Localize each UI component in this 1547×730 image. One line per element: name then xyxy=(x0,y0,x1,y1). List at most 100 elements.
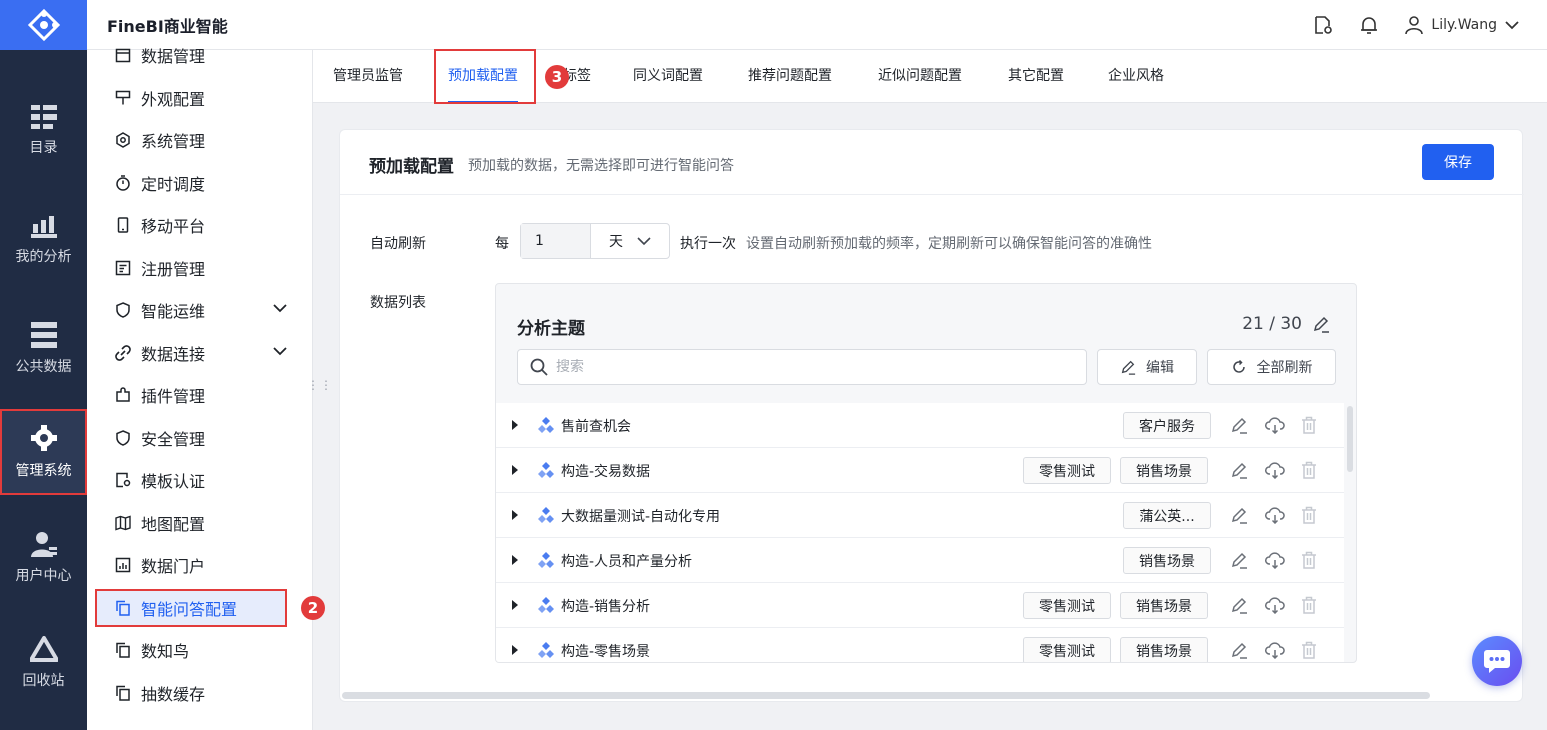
tab-enterprise-style[interactable]: 企业风格 xyxy=(1108,50,1164,103)
sidebar-item-system[interactable]: 系统管理 xyxy=(95,121,287,159)
cloud-refresh-icon[interactable] xyxy=(1265,641,1285,659)
logo[interactable] xyxy=(0,0,87,50)
subject-tag: 销售场景 xyxy=(1120,592,1208,619)
export-file-icon[interactable] xyxy=(1313,15,1333,35)
search-box[interactable] xyxy=(517,349,1087,385)
edit-icon[interactable] xyxy=(1230,596,1248,614)
sidebar-item-portal[interactable]: 数据门户 xyxy=(95,546,287,584)
expand-caret-icon[interactable] xyxy=(512,645,518,655)
card-horizontal-scrollbar[interactable] xyxy=(342,692,1430,699)
tab-synonym[interactable]: 同义词配置 xyxy=(633,50,703,103)
refresh-unit-select[interactable]: 天 xyxy=(591,224,669,258)
refresh-interval-input[interactable]: 1 xyxy=(521,224,591,258)
chat-assistant-button[interactable] xyxy=(1472,636,1522,686)
sidebar-item-registration[interactable]: 注册管理 xyxy=(95,249,287,287)
expand-caret-icon[interactable] xyxy=(512,555,518,565)
trash-icon[interactable] xyxy=(1301,461,1317,479)
tab-other-config[interactable]: 其它配置 xyxy=(1008,50,1064,103)
edit-icon[interactable] xyxy=(1230,551,1248,569)
security-icon xyxy=(116,430,130,446)
sidebar-item-map[interactable]: 地图配置 xyxy=(95,504,287,542)
edit-icon xyxy=(1121,360,1136,375)
sidebar-item-label: 数据门户 xyxy=(141,557,206,576)
sidebar-item-shuzhiniao[interactable]: 数知鸟 xyxy=(95,631,287,669)
list-vertical-scrollbar[interactable] xyxy=(1347,406,1353,472)
save-button[interactable]: 保存 xyxy=(1422,144,1494,180)
edit-icon[interactable] xyxy=(1312,315,1330,333)
edit-icon[interactable] xyxy=(1230,461,1248,479)
user-icon xyxy=(1405,16,1424,34)
rail-item-admin[interactable]: 管理系统 xyxy=(0,409,87,495)
top-actions: Lily.Wang xyxy=(1313,0,1519,50)
cloud-refresh-icon[interactable] xyxy=(1265,551,1285,569)
edit-icon[interactable] xyxy=(1230,506,1248,524)
sidebar-item-plugins[interactable]: 插件管理 xyxy=(95,376,287,414)
copy-icon xyxy=(116,600,130,616)
subject-tag: 销售场景 xyxy=(1120,457,1208,484)
cloud-refresh-icon[interactable] xyxy=(1265,416,1285,434)
subject-row[interactable]: 大数据量测试-自动化专用 蒲公英... xyxy=(496,493,1344,538)
trash-icon[interactable] xyxy=(1301,551,1317,569)
subject-name: 构造-交易数据 xyxy=(561,464,651,480)
rail-item-recycle[interactable]: 回收站 xyxy=(0,620,87,706)
recycle-icon xyxy=(29,636,58,662)
sidebar-item-extract-cache[interactable]: 抽数缓存 xyxy=(95,674,287,712)
copy-icon xyxy=(116,685,130,701)
subject-row[interactable]: 构造-交易数据 零售测试 销售场景 xyxy=(496,448,1344,493)
trash-icon[interactable] xyxy=(1301,416,1317,434)
cloud-refresh-icon[interactable] xyxy=(1265,596,1285,614)
user-menu[interactable]: Lily.Wang xyxy=(1405,16,1519,34)
tab-recommended-questions[interactable]: 推荐问题配置 xyxy=(748,50,832,103)
subject-row[interactable]: 构造-销售分析 零售测试 销售场景 xyxy=(496,583,1344,628)
cloud-refresh-icon[interactable] xyxy=(1265,461,1285,479)
rail-item-analysis[interactable]: 我的分析 xyxy=(0,197,87,283)
edit-button[interactable]: 编辑 xyxy=(1097,349,1197,385)
rail-item-user-center[interactable]: 用户中心 xyxy=(0,515,87,601)
edit-icon[interactable] xyxy=(1230,416,1248,434)
puzzle-icon xyxy=(116,387,130,402)
expand-caret-icon[interactable] xyxy=(512,420,518,430)
expand-caret-icon[interactable] xyxy=(512,600,518,610)
step-badge-3: 3 xyxy=(545,65,569,89)
sidebar-item-data-management[interactable]: 数据管理 xyxy=(95,36,287,74)
search-input[interactable] xyxy=(556,359,1056,375)
sidebar-item-template-cert[interactable]: 模板认证 xyxy=(95,461,287,499)
trash-icon[interactable] xyxy=(1301,506,1317,524)
public-data-icon xyxy=(30,322,57,348)
panel-title: 分析主题 xyxy=(517,319,585,339)
expand-caret-icon[interactable] xyxy=(512,510,518,520)
sidebar-item-data-connection[interactable]: 数据连接 xyxy=(95,334,287,372)
sidebar-item-smart-qa[interactable]: 智能问答配置 xyxy=(95,589,287,627)
shield-icon xyxy=(116,302,130,318)
sidebar-item-appearance[interactable]: 外观配置 xyxy=(95,79,287,117)
subject-tag: 零售测试 xyxy=(1023,457,1111,484)
chat-icon xyxy=(1484,650,1510,673)
sidebar-item-label: 安全管理 xyxy=(141,430,206,449)
rail-item-public-data[interactable]: 公共数据 xyxy=(0,306,87,392)
trash-icon[interactable] xyxy=(1301,641,1317,659)
subject-tag: 零售测试 xyxy=(1023,637,1111,662)
sidebar-item-mobile[interactable]: 移动平台 xyxy=(95,206,287,244)
sidebar-item-schedule[interactable]: 定时调度 xyxy=(95,164,287,202)
rail-item-catalog[interactable]: 目录 xyxy=(0,88,87,174)
subject-row[interactable]: 售前查机会 客户服务 xyxy=(496,403,1344,448)
sidebar-item-label: 外观配置 xyxy=(141,90,206,109)
sidebar-item-label: 数据连接 xyxy=(141,345,206,364)
mobile-icon xyxy=(117,217,129,233)
expand-caret-icon[interactable] xyxy=(512,465,518,475)
cloud-refresh-icon[interactable] xyxy=(1265,506,1285,524)
edit-icon[interactable] xyxy=(1230,641,1248,659)
trash-icon[interactable] xyxy=(1301,596,1317,614)
sidebar-item-smart-ops[interactable]: 智能运维 xyxy=(95,291,287,329)
tab-admin-supervision[interactable]: 管理员监管 xyxy=(333,50,403,103)
subject-row[interactable]: 构造-人员和产量分析 销售场景 xyxy=(496,538,1344,583)
sidebar-resize-handle[interactable]: ⋮⋮ xyxy=(307,379,333,391)
sidebar-item-security[interactable]: 安全管理 xyxy=(95,419,287,457)
refresh-all-button[interactable]: 全部刷新 xyxy=(1207,349,1336,385)
brand-title: FineBI商业智能 xyxy=(107,16,228,36)
logo-icon xyxy=(27,8,60,42)
bell-icon[interactable] xyxy=(1359,15,1379,35)
subject-list: 售前查机会 客户服务 构造-交易数据 零售测试 销售场景 大数据量测试-自动化专… xyxy=(496,403,1344,662)
subject-row[interactable]: 构造-零售场景 零售测试 销售场景 xyxy=(496,628,1344,662)
tab-similar-questions[interactable]: 近似问题配置 xyxy=(878,50,962,103)
